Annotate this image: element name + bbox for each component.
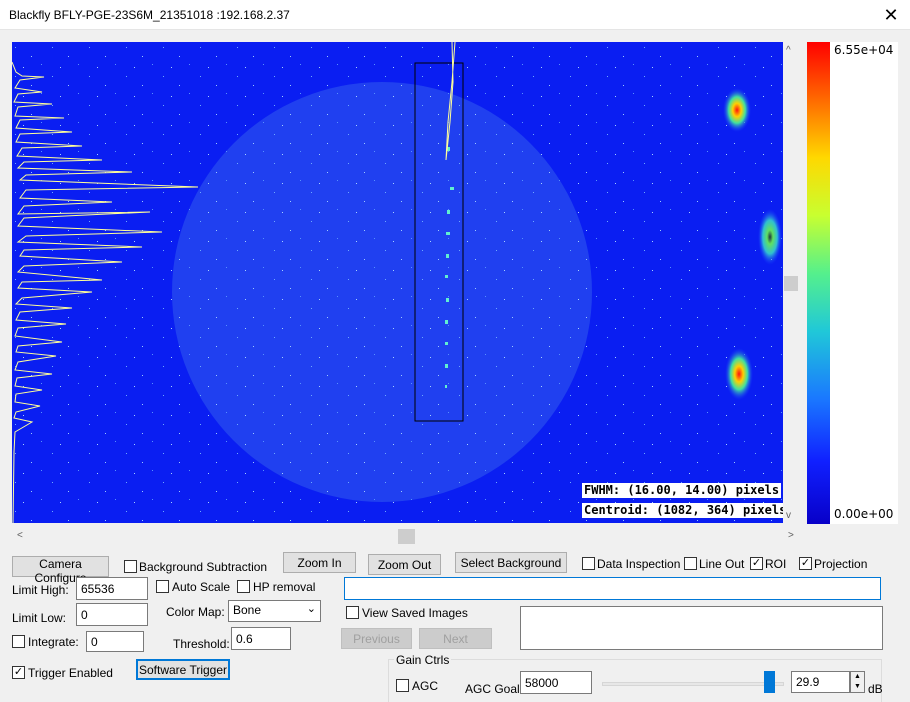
line-out-label: Line Out	[699, 557, 745, 571]
zoom-in-button[interactable]: Zoom In	[283, 552, 356, 573]
hp-removal-checkbox[interactable]	[237, 580, 250, 593]
camera-image-view[interactable]: FWHM: (16.00, 14.00) pixels Centroid: (1…	[12, 42, 783, 523]
gain-slider-thumb[interactable]	[764, 671, 776, 693]
window-title: Blackfly BFLY-PGE-23S6M_21351018 :192.16…	[9, 8, 290, 22]
colorbar-min-label: 0.00e+00	[834, 507, 894, 521]
scroll-right-icon[interactable]: >	[788, 530, 794, 542]
threshold-input[interactable]	[231, 627, 291, 650]
close-button[interactable]: ✕	[872, 0, 910, 30]
software-trigger-button[interactable]: Software Trigger	[136, 659, 230, 680]
data-inspection-checkbox[interactable]	[582, 557, 595, 570]
colorbar	[807, 42, 830, 524]
scroll-up-icon[interactable]: ^	[786, 45, 791, 57]
agc-goal-label: AGC Goal:	[465, 682, 524, 696]
saved-images-notes-box[interactable]	[520, 606, 883, 650]
spin-down-icon[interactable]: ▼	[851, 682, 864, 692]
hp-removal-label: HP removal	[253, 580, 316, 594]
chevron-down-icon: ⌄	[306, 603, 316, 615]
agc-goal-input[interactable]	[520, 671, 592, 694]
colorbar-max-label: 6.55e+04	[834, 43, 894, 57]
color-map-value: Bone	[233, 603, 262, 617]
colorbar-label-area	[830, 42, 898, 524]
select-background-button[interactable]: Select Background	[455, 552, 567, 573]
trigger-enabled-label: Trigger Enabled	[28, 666, 113, 680]
limit-high-input[interactable]	[76, 577, 148, 600]
trigger-enabled-checkbox[interactable]: ✓	[12, 666, 25, 679]
color-map-select[interactable]: Bone ⌄	[228, 600, 321, 622]
projection-checkbox[interactable]: ✓	[799, 557, 812, 570]
gain-slider-track[interactable]	[602, 682, 784, 686]
gain-controls-title: Gain Ctrls	[394, 653, 452, 667]
gain-spinner[interactable]: ▲ ▼	[850, 671, 865, 693]
limit-low-input[interactable]	[76, 603, 148, 626]
gain-value-input[interactable]	[791, 671, 850, 693]
limit-high-label: Limit High:	[12, 583, 69, 597]
beam-spot-middle	[758, 209, 782, 265]
zoom-out-button[interactable]: Zoom Out	[368, 554, 441, 575]
background-subtraction-checkbox[interactable]	[124, 560, 137, 573]
gain-unit-label: dB	[868, 682, 883, 696]
roi-checkbox[interactable]: ✓	[750, 557, 763, 570]
background-subtraction-label: Background Subtraction	[139, 560, 268, 574]
centroid-readout: Centroid: (1082, 364) pixels	[582, 503, 783, 518]
roi-label: ROI	[765, 557, 787, 571]
scroll-left-icon[interactable]: <	[17, 530, 23, 542]
auto-scale-label: Auto Scale	[172, 580, 231, 594]
integrate-checkbox[interactable]	[12, 635, 25, 648]
limit-low-label: Limit Low:	[12, 611, 67, 625]
next-button[interactable]: Next	[419, 628, 492, 649]
spin-up-icon[interactable]: ▲	[851, 672, 864, 682]
view-saved-images-checkbox[interactable]	[346, 606, 359, 619]
threshold-label: Threshold:	[173, 637, 230, 651]
color-map-label: Color Map:	[166, 605, 225, 619]
scroll-down-icon[interactable]: v	[786, 510, 791, 522]
beam-spot-top	[723, 88, 751, 132]
camera-configure-button[interactable]: Camera Configure	[12, 556, 109, 585]
line-out-checkbox[interactable]	[684, 557, 697, 570]
agc-label: AGC	[412, 679, 439, 693]
projection-label: Projection	[814, 557, 868, 571]
beam-spot-bottom	[725, 348, 753, 400]
agc-checkbox[interactable]	[396, 679, 409, 692]
image-noise	[12, 42, 783, 523]
auto-scale-checkbox[interactable]	[156, 580, 169, 593]
saved-image-path-input[interactable]	[344, 577, 881, 600]
integrate-label: Integrate:	[28, 635, 79, 649]
fwhm-readout: FWHM: (16.00, 14.00) pixels	[582, 483, 782, 498]
camera-image	[12, 42, 783, 523]
horizontal-scroll-thumb[interactable]	[398, 529, 415, 544]
previous-button[interactable]: Previous	[341, 628, 412, 649]
data-inspection-label: Data Inspection	[597, 557, 681, 571]
vertical-scroll-thumb[interactable]	[784, 276, 798, 291]
view-saved-images-label: View Saved Images	[362, 606, 468, 620]
integrate-input[interactable]	[86, 631, 144, 652]
